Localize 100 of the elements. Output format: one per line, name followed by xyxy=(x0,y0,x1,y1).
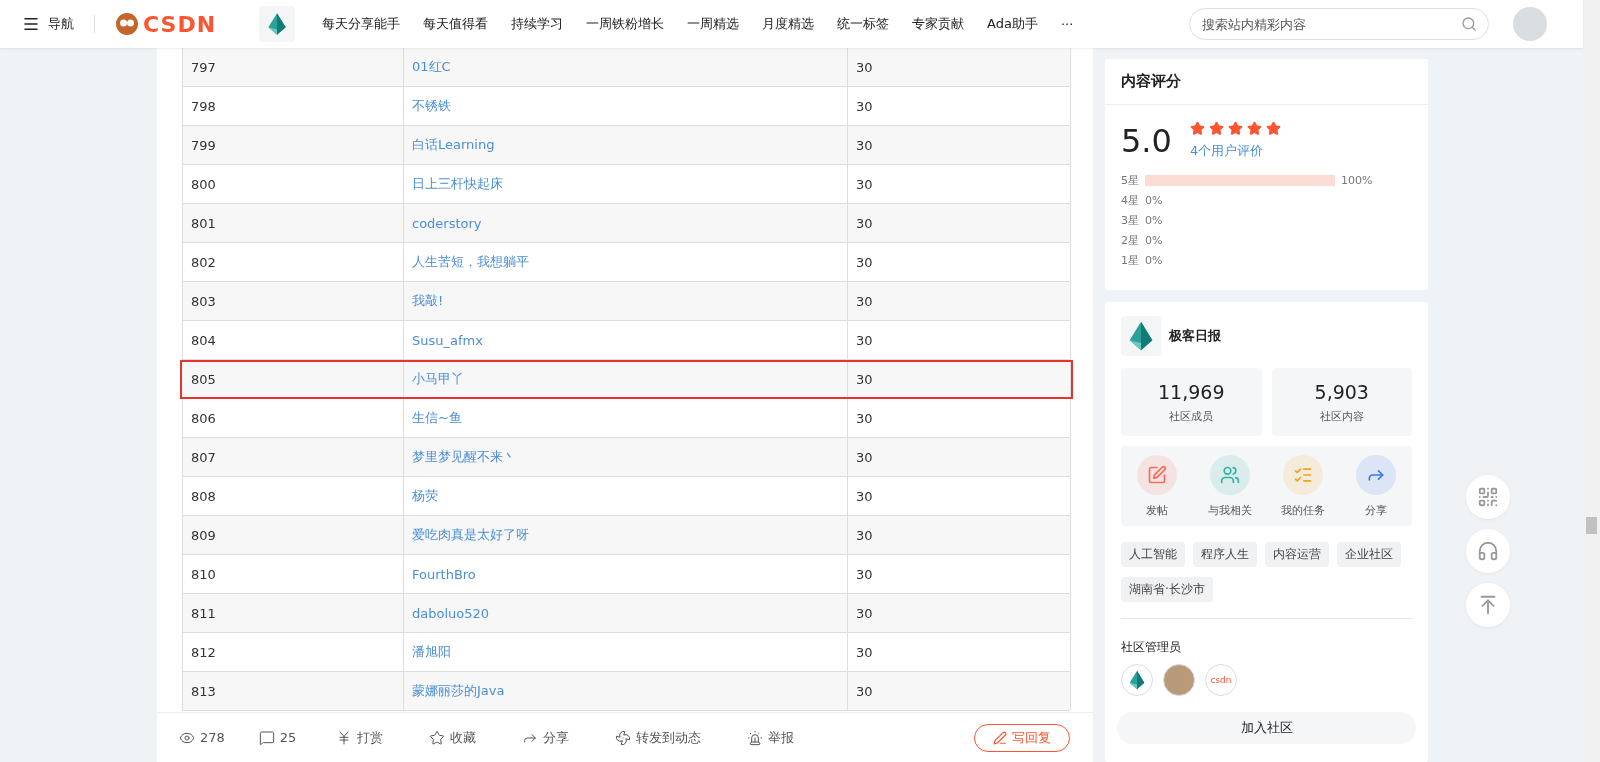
nav-link[interactable]: 一周铁粉增长 xyxy=(586,15,665,33)
table-cell: 809 xyxy=(183,516,404,554)
table-cell: 804 xyxy=(183,321,404,359)
tag[interactable]: 程序人生 xyxy=(1193,542,1257,567)
views-button[interactable]: 278 xyxy=(179,729,225,746)
action-label: 与我相关 xyxy=(1208,502,1253,518)
repost-button[interactable]: 转发到动态 xyxy=(615,728,702,747)
star-icon xyxy=(1246,121,1262,136)
join-button[interactable]: 加入社区 xyxy=(1117,712,1416,744)
table-cell: 797 xyxy=(183,48,404,86)
table-cell: 806 xyxy=(183,399,404,437)
nav-link[interactable]: 每天分享能手 xyxy=(322,15,401,33)
table-cell: 30 xyxy=(848,672,1071,710)
reward-button[interactable]: 打赏 xyxy=(336,728,384,747)
tag[interactable]: 湖南省·长沙市 xyxy=(1121,577,1213,602)
star-level-label: 2星 xyxy=(1121,232,1139,248)
percent-label: 0% xyxy=(1145,253,1163,267)
user-link[interactable]: 杨荧 xyxy=(404,477,848,515)
comments-button[interactable]: 25 xyxy=(258,729,297,746)
table-cell: 30 xyxy=(848,438,1071,476)
percent-label: 0% xyxy=(1145,213,1163,227)
table-cell: 30 xyxy=(848,165,1071,203)
table-cell: 30 xyxy=(848,204,1071,242)
search-icon xyxy=(1461,16,1477,32)
table-cell: 813 xyxy=(183,672,404,710)
community-action[interactable]: 发帖 xyxy=(1121,446,1194,526)
table-cell: 805 xyxy=(183,360,404,398)
nav-menu-button[interactable]: 导航 xyxy=(22,15,74,33)
alarm-icon xyxy=(747,729,764,746)
user-link[interactable]: 不锈铁 xyxy=(404,87,848,125)
table-cell: 30 xyxy=(848,360,1071,398)
table-cell: 30 xyxy=(848,516,1071,554)
user-link[interactable]: Susu_afmx xyxy=(404,321,848,359)
table-cell: 30 xyxy=(848,633,1071,671)
share-button[interactable]: 分享 xyxy=(522,728,570,747)
table-cell: 30 xyxy=(848,555,1071,593)
table-cell: 30 xyxy=(848,477,1071,515)
star-icon xyxy=(429,729,446,746)
table-cell: 812 xyxy=(183,633,404,671)
report-button[interactable]: 举报 xyxy=(747,728,795,747)
action-label: 发帖 xyxy=(1146,502,1169,518)
scrollbar-thumb[interactable] xyxy=(1586,517,1597,534)
nav-link[interactable]: 统一标签 xyxy=(837,15,890,33)
star-level-label: 1星 xyxy=(1121,252,1139,268)
tag[interactable]: 人工智能 xyxy=(1121,542,1185,567)
card-title: 内容评分 xyxy=(1105,59,1428,105)
user-link[interactable]: 日上三杆快起床 xyxy=(404,165,848,203)
community-logo[interactable] xyxy=(1121,316,1161,356)
stat-value: 11,969 xyxy=(1158,380,1225,403)
table-cell: 808 xyxy=(183,477,404,515)
section-title: 社区管理员 xyxy=(1121,639,1182,656)
rating-score: 5.0 xyxy=(1121,121,1172,160)
table-cell: 807 xyxy=(183,438,404,476)
comment-icon xyxy=(258,729,275,746)
tag[interactable]: 内容运营 xyxy=(1265,542,1329,567)
headset-icon xyxy=(1477,540,1499,562)
table-cell: 30 xyxy=(848,399,1071,437)
star-level-label: 3星 xyxy=(1121,212,1139,228)
nav-link[interactable]: 一周精选 xyxy=(687,15,740,33)
table-cell: 798 xyxy=(183,87,404,125)
percent-label: 0% xyxy=(1145,193,1163,207)
community-action[interactable]: 与我相关 xyxy=(1193,446,1267,526)
nav-link[interactable]: 月度精选 xyxy=(762,15,815,33)
star-icon xyxy=(1227,121,1243,136)
star-level-label: 5星 xyxy=(1121,172,1139,188)
admin-avatar[interactable] xyxy=(1121,664,1153,696)
table-cell: 810 xyxy=(183,555,404,593)
tag[interactable]: 企业社区 xyxy=(1337,542,1401,567)
qr-code-icon xyxy=(1477,486,1499,508)
user-link[interactable]: 人生苦短，我想躺平 xyxy=(404,243,848,281)
nav-link[interactable]: 专家贡献 xyxy=(912,15,965,33)
action-label: 我的任务 xyxy=(1280,502,1325,518)
community-action[interactable]: 我的任务 xyxy=(1266,446,1340,526)
table-cell: 803 xyxy=(183,282,404,320)
table-cell: 30 xyxy=(848,87,1071,125)
table-cell: 30 xyxy=(848,126,1071,164)
table-cell: 30 xyxy=(848,321,1071,359)
menu-icon xyxy=(22,15,40,33)
admin-avatar[interactable] xyxy=(1163,664,1195,696)
search-field[interactable]: 搜索站内精彩内容 xyxy=(1189,8,1489,40)
nav-link[interactable]: 每天值得看 xyxy=(423,15,489,33)
more-link[interactable]: ··· xyxy=(1060,16,1074,32)
stat-label: 社区成员 xyxy=(1169,408,1214,424)
table-cell: 801 xyxy=(183,204,404,242)
table-cell: 800 xyxy=(183,165,404,203)
favorite-button[interactable]: 收藏 xyxy=(429,728,477,747)
reviews-link[interactable]: 4个用户评价 xyxy=(1189,142,1281,160)
table-cell: 30 xyxy=(848,48,1071,86)
star-icon xyxy=(1265,121,1281,136)
nav-link[interactable]: Ada助手 xyxy=(987,15,1038,33)
back-to-top-button[interactable] xyxy=(1466,583,1510,627)
community-logo[interactable] xyxy=(259,6,296,42)
action-label: 分享 xyxy=(1364,502,1387,518)
community-action[interactable]: 分享 xyxy=(1339,446,1412,526)
table-cell: 30 xyxy=(848,282,1071,320)
support-button[interactable] xyxy=(1466,529,1510,573)
user-link[interactable]: 潘旭阳 xyxy=(404,633,848,671)
user-link[interactable]: 生信~鱼 xyxy=(404,399,848,437)
qr-code-button[interactable] xyxy=(1466,475,1510,519)
nav-link[interactable]: 持续学习 xyxy=(511,15,564,33)
